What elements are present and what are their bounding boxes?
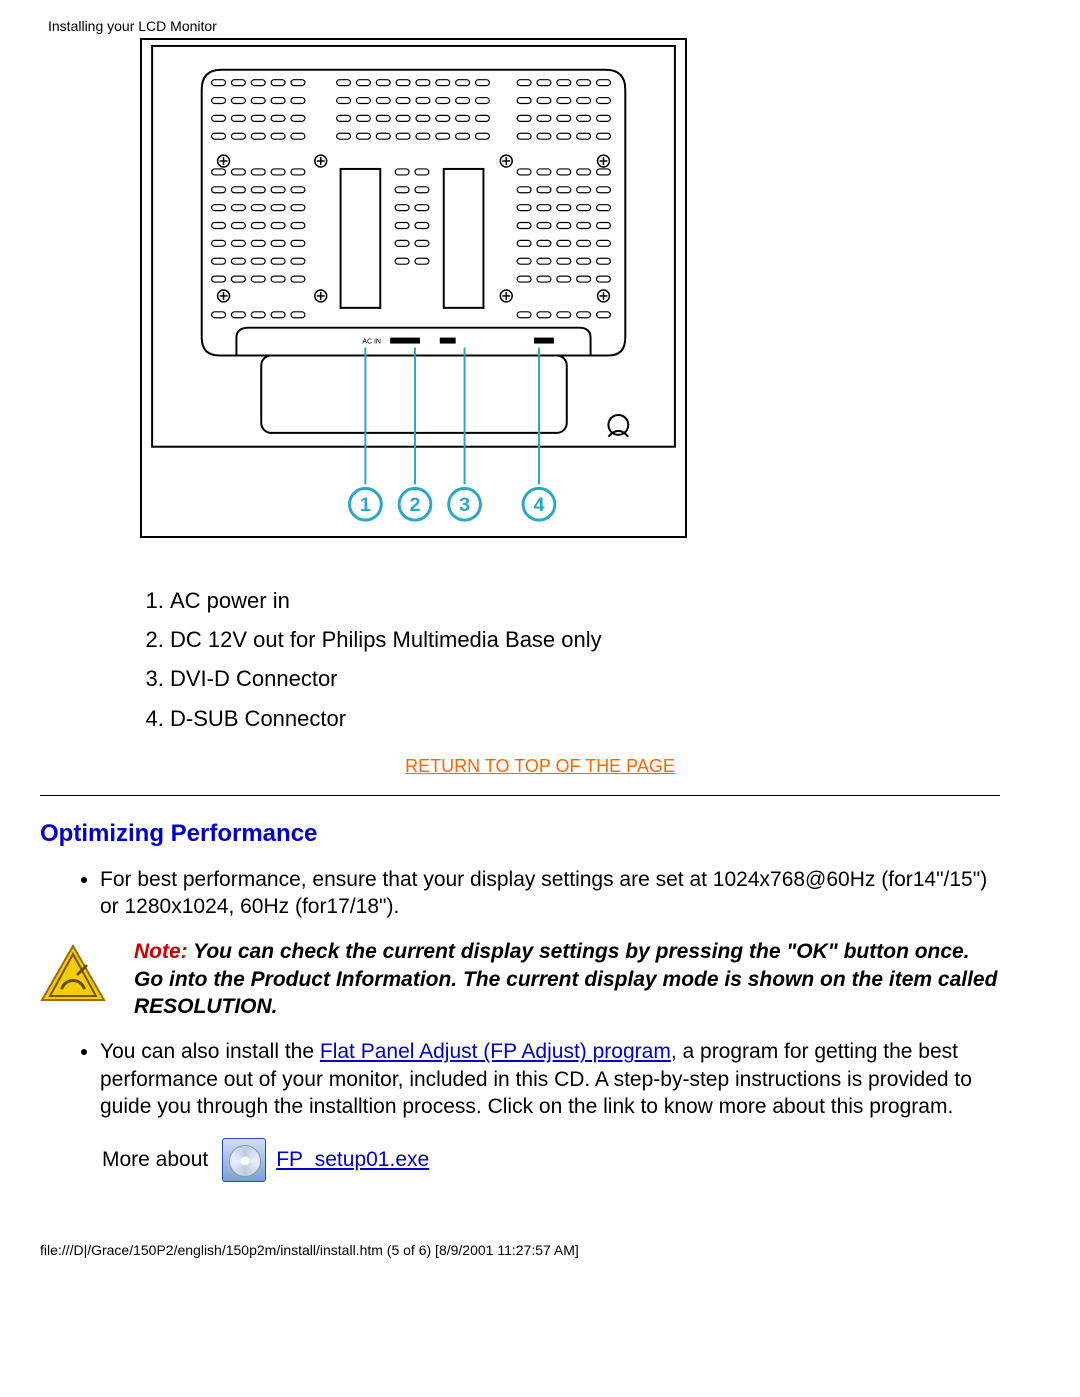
- return-to-top-link[interactable]: RETURN TO TOP OF THE PAGE: [40, 756, 1040, 777]
- svg-text:2: 2: [409, 494, 420, 516]
- monitor-rear-figure: AC IN 1 2 3: [140, 38, 1040, 543]
- section-heading-optimizing: Optimizing Performance: [40, 820, 1040, 848]
- svg-text:1: 1: [360, 494, 371, 516]
- fp-adjust-link[interactable]: Flat Panel Adjust (FP Adjust) program: [320, 1040, 671, 1063]
- document-page: Installing your LCD Monitor: [0, 0, 1080, 1278]
- connector-legend: AC power in DC 12V out for Philips Multi…: [130, 583, 1040, 736]
- note-body: You can check the current display settin…: [134, 940, 997, 1018]
- bullet-fpadjust: You can also install the Flat Panel Adju…: [100, 1038, 1000, 1120]
- legend-item-3: DVI-D Connector: [170, 661, 1040, 696]
- footer-path: file:///D|/Grace/150P2/english/150p2m/in…: [40, 1242, 1040, 1258]
- bullet-fpadjust-pre: You can also install the: [100, 1040, 320, 1063]
- legend-item-4: D-SUB Connector: [170, 701, 1040, 736]
- legend-item-1: AC power in: [170, 583, 1040, 618]
- bullet-resolution: For best performance, ensure that your d…: [100, 866, 1000, 921]
- section-divider: [40, 795, 1000, 796]
- note-row: Note: You can check the current display …: [40, 938, 1000, 1020]
- svg-text:3: 3: [459, 494, 470, 516]
- note-label: Note:: [134, 940, 188, 963]
- svg-text:AC IN: AC IN: [362, 339, 381, 346]
- page-header: Installing your LCD Monitor: [48, 18, 1040, 34]
- performance-bullets-2: You can also install the Flat Panel Adju…: [70, 1038, 1000, 1120]
- legend-item-2: DC 12V out for Philips Multimedia Base o…: [170, 622, 1040, 657]
- cd-icon: [222, 1138, 266, 1182]
- more-about-row: More about FP_setup01.exe: [102, 1138, 1040, 1182]
- warning-icon: [40, 944, 106, 1007]
- monitor-rear-svg: AC IN 1 2 3: [140, 38, 687, 538]
- more-about-label: More about: [102, 1148, 208, 1172]
- fp-setup-exe-link[interactable]: FP_setup01.exe: [276, 1148, 429, 1172]
- performance-bullets: For best performance, ensure that your d…: [70, 866, 1000, 921]
- note-text: Note: You can check the current display …: [134, 938, 1000, 1020]
- svg-text:4: 4: [533, 494, 544, 516]
